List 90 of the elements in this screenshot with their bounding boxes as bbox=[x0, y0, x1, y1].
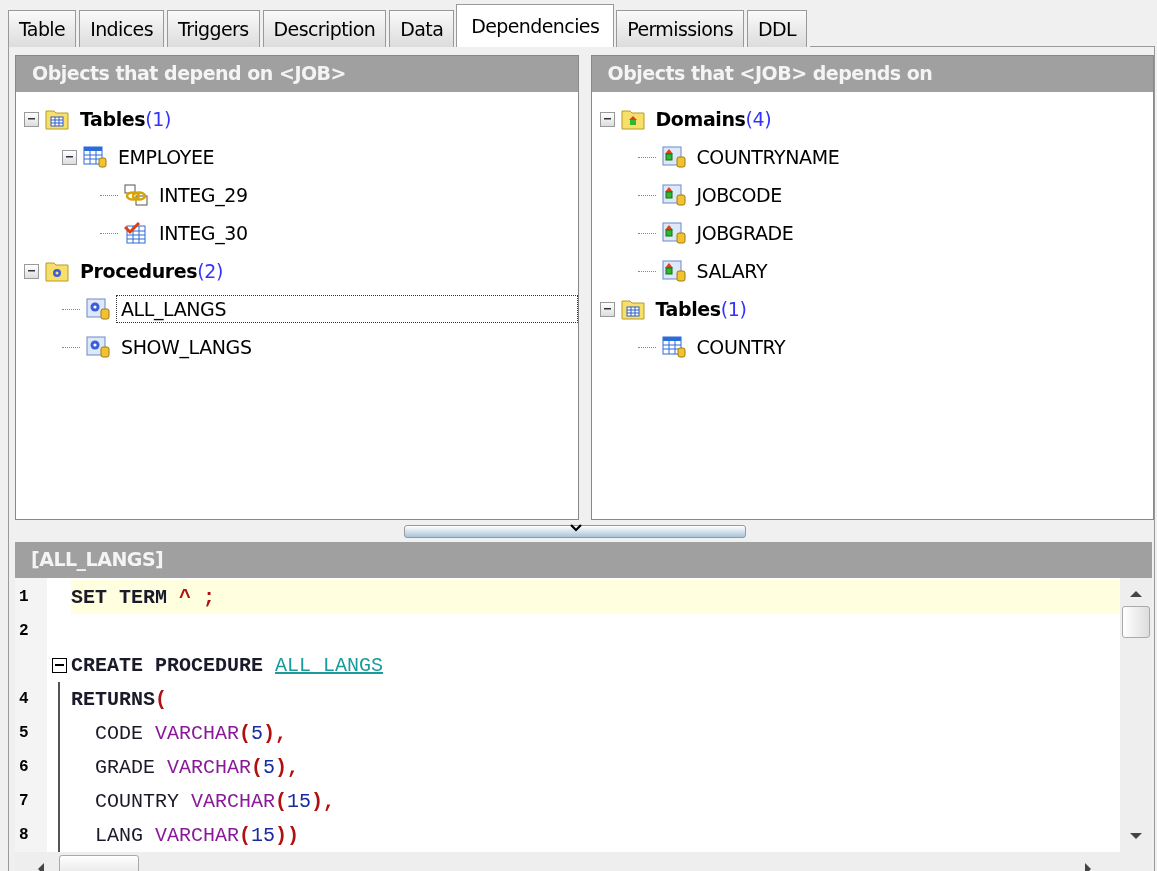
tab[interactable]: Description bbox=[262, 10, 387, 47]
tree-item[interactable]: ALL_LANGS bbox=[116, 295, 578, 323]
domain-icon bbox=[661, 260, 686, 282]
sql-number: 5 bbox=[263, 755, 276, 779]
checked-table-icon bbox=[124, 222, 148, 244]
chain-link-icon bbox=[124, 184, 148, 206]
vertical-scrollbar[interactable] bbox=[1120, 578, 1152, 852]
item-count: (1) bbox=[145, 108, 171, 130]
sql-text: COUNTRY bbox=[94, 789, 181, 813]
procedure-icon bbox=[86, 336, 110, 358]
sql-text: GRADE bbox=[94, 755, 156, 779]
sql-keyword: SET TERM bbox=[71, 585, 167, 609]
item-count: (2) bbox=[197, 260, 223, 282]
tab[interactable]: Table bbox=[8, 10, 77, 47]
sql-type: VARCHAR bbox=[155, 823, 240, 847]
collapse-toggle-icon[interactable] bbox=[599, 301, 615, 317]
scroll-down-icon[interactable] bbox=[1129, 832, 1143, 840]
folder-icon bbox=[45, 108, 69, 130]
sql-punctuation: ( bbox=[239, 721, 252, 745]
sql-keyword: RETURNS bbox=[71, 687, 155, 711]
tree-item[interactable]: INTEG_30 bbox=[154, 219, 253, 247]
tree-item[interactable]: INTEG_29 bbox=[154, 181, 253, 209]
sql-punctuation: ( bbox=[239, 823, 252, 847]
folder-icon bbox=[620, 108, 645, 130]
line-number: 8 bbox=[19, 826, 29, 844]
tab[interactable]: Data bbox=[389, 10, 455, 47]
line-number: 2 bbox=[19, 622, 29, 640]
sql-text: CODE bbox=[94, 721, 144, 745]
tab[interactable]: Triggers bbox=[166, 10, 260, 47]
line-number: 1 bbox=[19, 588, 29, 606]
table-icon bbox=[661, 336, 686, 358]
sql-number: 15 bbox=[251, 823, 276, 847]
tab[interactable]: Permissions bbox=[616, 10, 744, 47]
line-number: 4 bbox=[19, 690, 29, 708]
sql-punctuation: ), bbox=[263, 721, 288, 745]
scroll-right-icon[interactable] bbox=[1084, 861, 1092, 871]
line-number: 5 bbox=[19, 724, 29, 742]
panel-header: Objects that depend on <JOB> bbox=[16, 56, 578, 92]
sql-text: LANG bbox=[94, 823, 144, 847]
collapse-toggle-icon[interactable] bbox=[599, 111, 615, 127]
sql-punctuation: ( bbox=[251, 755, 264, 779]
folder-icon bbox=[620, 298, 645, 320]
tab[interactable]: DDL bbox=[747, 10, 808, 47]
line-number: 6 bbox=[19, 758, 29, 776]
domain-icon bbox=[661, 222, 686, 244]
tree-item[interactable]: Procedures(2) bbox=[75, 257, 228, 285]
domain-icon bbox=[661, 184, 686, 206]
domain-icon bbox=[661, 146, 686, 168]
sql-punctuation: ( bbox=[155, 687, 168, 711]
splitter-handle[interactable] bbox=[403, 524, 746, 538]
sql-punctuation: ), bbox=[311, 789, 336, 813]
sql-type: VARCHAR bbox=[191, 789, 276, 813]
collapse-toggle-icon[interactable] bbox=[24, 111, 39, 127]
tab[interactable]: Dependencies bbox=[456, 4, 615, 47]
fold-toggle-icon[interactable] bbox=[51, 657, 67, 673]
tree-item[interactable]: COUNTRYNAME bbox=[691, 143, 845, 171]
sql-type: VARCHAR bbox=[167, 755, 252, 779]
line-number: 7 bbox=[19, 792, 29, 810]
tree-item[interactable]: SHOW_LANGS bbox=[116, 333, 257, 361]
procedure-icon bbox=[86, 298, 110, 320]
collapse-toggle-icon[interactable] bbox=[62, 149, 77, 165]
scroll-thumb[interactable] bbox=[1122, 606, 1150, 638]
chevron-down-icon bbox=[569, 523, 582, 532]
tree-item[interactable]: SALARY bbox=[691, 257, 773, 285]
tree-item[interactable]: Tables(1) bbox=[75, 105, 176, 133]
sql-punctuation: )) bbox=[275, 823, 300, 847]
tree-item[interactable]: Domains(4) bbox=[650, 105, 777, 133]
tree-item[interactable]: EMPLOYEE bbox=[113, 143, 220, 171]
code-editor[interactable]: 1 SET TERM ^ ; 2 CREATE PROCEDURE ALL LANGS 4 RETURNS( 5 CODE VARCHAR(5), 6 GRADE VARCHAR(5), 7 COUNTRY VARCHAR(15), 8 LANG VARCHAR(15)) bbox=[15, 578, 1120, 852]
tree-item[interactable]: JOBGRADE bbox=[691, 219, 799, 247]
sql-number: 15 bbox=[287, 789, 312, 813]
folder-icon bbox=[45, 260, 69, 282]
editor-header: [ALL_LANGS] bbox=[15, 542, 1152, 578]
panel-header: Objects that <JOB> depends on bbox=[591, 56, 1153, 92]
item-count: (1) bbox=[720, 298, 747, 320]
scroll-left-icon[interactable] bbox=[37, 861, 45, 871]
scroll-up-icon[interactable] bbox=[1129, 590, 1143, 598]
tree-item[interactable]: Tables(1) bbox=[650, 295, 752, 323]
collapse-toggle-icon[interactable] bbox=[24, 263, 39, 279]
sql-number: 5 bbox=[251, 721, 264, 745]
tab[interactable]: Indices bbox=[79, 10, 164, 47]
tree-item[interactable]: COUNTRY bbox=[691, 333, 791, 361]
tree-item[interactable]: JOBCODE bbox=[691, 181, 787, 209]
item-count: (4) bbox=[745, 108, 772, 130]
sql-punctuation: ^ ; bbox=[178, 585, 216, 609]
sql-keyword: CREATE PROCEDURE bbox=[71, 653, 265, 677]
sql-type: VARCHAR bbox=[155, 721, 240, 745]
sql-punctuation: ), bbox=[275, 755, 300, 779]
table-icon bbox=[83, 146, 107, 168]
sql-punctuation: ( bbox=[275, 789, 288, 813]
